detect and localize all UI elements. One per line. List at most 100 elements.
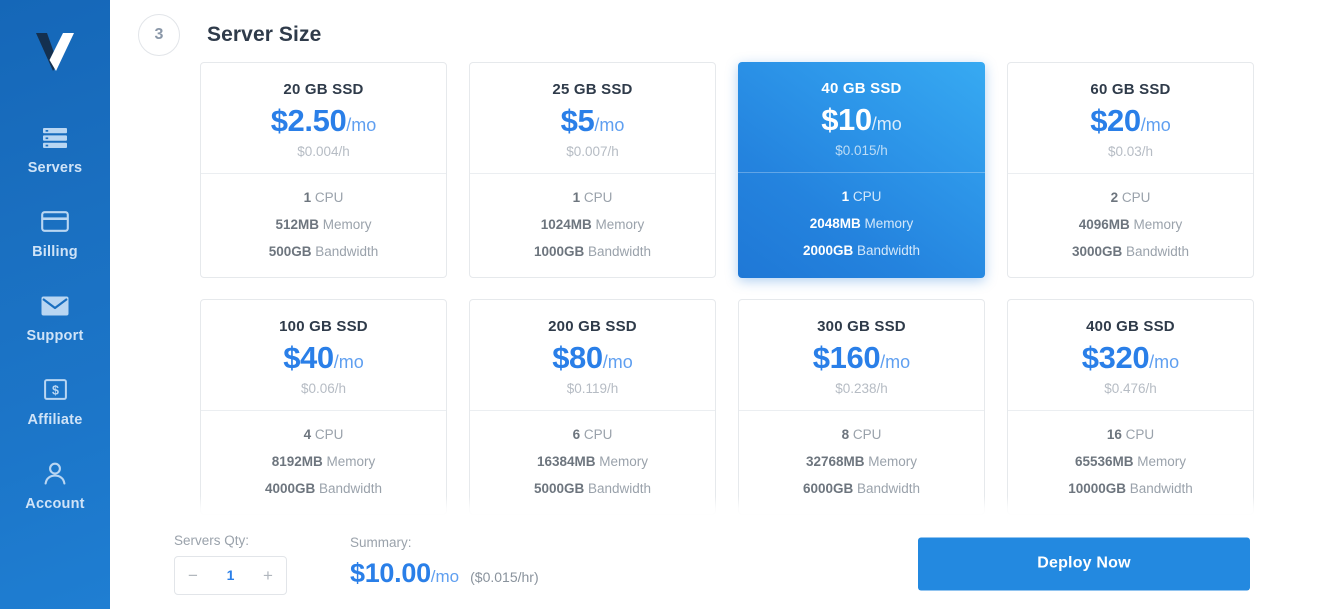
server-size-card[interactable]: 40 GB SSD $10/mo $0.015/h 1 CPU 2048MB Memor… [738,62,985,278]
summary-hourly-price: ($0.015/hr) [470,568,539,585]
plan-name: 20 GB SSD [283,81,364,98]
spec-bandwidth-label: Bandwidth [857,481,921,496]
spec-bandwidth-label: Bandwidth [588,244,652,259]
increment-button[interactable]: + [263,567,273,584]
plan-hourly-price: $0.06/h [300,381,347,396]
spec-memory-value: 1024MB [540,217,592,232]
spec-bandwidth-label: Bandwidth [319,481,383,496]
plan-price-period: /mo [1149,352,1180,372]
spec-memory: 32768MB Memory [749,454,974,469]
server-size-card[interactable]: 100 GB SSD $40/mo $0.06/h 4 CPU 8192MB Memor… [200,299,447,515]
spec-cpu-value: 8 [841,427,850,442]
spec-cpu-label: CPU [583,427,613,442]
server-size-card[interactable]: 400 GB SSD $320/mo $0.476/h 16 CPU 65536MB M… [1007,299,1254,515]
spec-memory-value: 65536MB [1074,454,1134,469]
quantity-value[interactable]: 1 [227,567,235,583]
spec-bandwidth: 2000GB Bandwidth [748,243,975,258]
summary-price: $10.00 [350,557,431,588]
spec-memory: 4096MB Memory [1018,217,1243,232]
summary-price-period: /mo [430,566,460,586]
spec-cpu-value: 1 [572,190,581,205]
plan-price-period: /mo [333,352,364,372]
card-specs: 4 CPU 8192MB Memory 4000GB Bandwidth [201,411,446,514]
sidebar-item-label: Affiliate [27,411,83,428]
sidebar-item-account[interactable]: Account [0,444,110,528]
page-header: 3 Server Size [110,0,1318,56]
spec-bandwidth-label: Bandwidth [1129,481,1193,496]
spec-bandwidth: 5000GB Bandwidth [480,481,705,496]
plan-price-row: $160/mo [749,342,974,373]
spec-bandwidth-value: 5000GB [533,481,585,496]
card-top: 60 GB SSD $20/mo $0.03/h [1008,63,1253,174]
plan-name: 100 GB SSD [279,318,368,335]
plan-price-row: $5/mo [480,105,705,136]
plan-price-row: $20/mo [1018,105,1243,136]
card-top: 40 GB SSD $10/mo $0.015/h [738,62,985,173]
deploy-now-button[interactable]: Deploy Now [918,537,1250,590]
plan-price: $40 [283,340,334,375]
sidebar-item-servers[interactable]: Servers [0,108,110,192]
dollar-box-icon: $ [40,377,70,403]
sidebar-item-label: Billing [32,243,78,260]
sidebar: Servers Billing Support $ Affiliate Acco… [0,0,110,609]
server-size-card[interactable]: 300 GB SSD $160/mo $0.238/h 8 CPU 32768MB Me… [738,299,985,515]
page-title: Server Size [207,22,322,46]
vultr-deploy-page: Servers Billing Support $ Affiliate Acco… [0,0,1318,609]
vultr-logo[interactable] [23,16,87,82]
plan-name: 300 GB SSD [817,318,906,335]
plan-price-row: $40/mo [211,342,436,373]
spec-memory-value: 4096MB [1078,217,1130,232]
spec-memory-label: Memory [595,217,645,232]
person-icon [40,461,70,487]
spec-memory-label: Memory [326,454,376,469]
spec-memory-value: 8192MB [271,454,323,469]
sidebar-item-billing[interactable]: Billing [0,192,110,276]
sidebar-item-affiliate[interactable]: $ Affiliate [0,360,110,444]
spec-memory-label: Memory [1133,217,1183,232]
server-size-card[interactable]: 60 GB SSD $20/mo $0.03/h 2 CPU 4096MB Memory… [1007,62,1254,278]
quantity-stepper[interactable]: − 1 + [174,555,287,595]
plan-price-period: /mo [1140,115,1171,135]
spec-cpu: 1 CPU [748,189,975,204]
spec-memory-value: 2048MB [809,216,861,231]
plan-price: $320 [1081,340,1150,375]
spec-bandwidth-label: Bandwidth [857,243,921,258]
spec-bandwidth: 3000GB Bandwidth [1018,244,1243,259]
plan-price-period: /mo [880,352,911,372]
decrement-button[interactable]: − [188,567,198,584]
plan-price: $80 [552,340,603,375]
card-top: 20 GB SSD $2.50/mo $0.004/h [201,63,446,174]
spec-memory-label: Memory [599,454,649,469]
card-specs: 1 CPU 512MB Memory 500GB Bandwidth [201,174,446,277]
credit-card-icon [40,209,70,235]
sidebar-item-support[interactable]: Support [0,276,110,360]
servers-qty-block: Servers Qty: − 1 + [174,533,287,595]
plan-price-row: $80/mo [480,342,705,373]
spec-cpu-value: 6 [572,427,581,442]
card-specs: 6 CPU 16384MB Memory 5000GB Bandwidth [470,411,715,514]
svg-text:$: $ [52,383,59,397]
spec-bandwidth-value: 2000GB [802,243,854,258]
card-specs: 1 CPU 1024MB Memory 1000GB Bandwidth [470,174,715,277]
spec-cpu-value: 16 [1106,427,1122,442]
spec-cpu: 8 CPU [749,427,974,442]
main-content: 3 Server Size 20 GB SSD $2.50/mo $0.004/h 1… [110,0,1318,609]
sidebar-item-label: Support [26,327,84,344]
server-size-card[interactable]: 20 GB SSD $2.50/mo $0.004/h 1 CPU 512MB Memo… [200,62,447,278]
plan-hourly-price: $0.03/h [1107,144,1154,159]
plan-hourly-price: $0.007/h [566,144,619,159]
card-top: 300 GB SSD $160/mo $0.238/h [739,300,984,411]
spec-bandwidth: 500GB Bandwidth [211,244,436,259]
plan-name: 60 GB SSD [1090,81,1171,98]
card-specs: 8 CPU 32768MB Memory 6000GB Bandwidth [739,411,984,514]
spec-bandwidth-value: 1000GB [533,244,585,259]
spec-memory: 16384MB Memory [480,454,705,469]
spec-bandwidth-label: Bandwidth [315,244,379,259]
spec-bandwidth-value: 500GB [268,244,312,259]
summary-label: Summary: [350,534,412,550]
spec-cpu-label: CPU [314,190,344,205]
spec-bandwidth: 10000GB Bandwidth [1018,481,1243,496]
server-size-card[interactable]: 25 GB SSD $5/mo $0.007/h 1 CPU 1024MB Memory… [469,62,716,278]
spec-cpu: 1 CPU [480,190,705,205]
server-size-card[interactable]: 200 GB SSD $80/mo $0.119/h 6 CPU 16384MB Mem… [469,299,716,515]
